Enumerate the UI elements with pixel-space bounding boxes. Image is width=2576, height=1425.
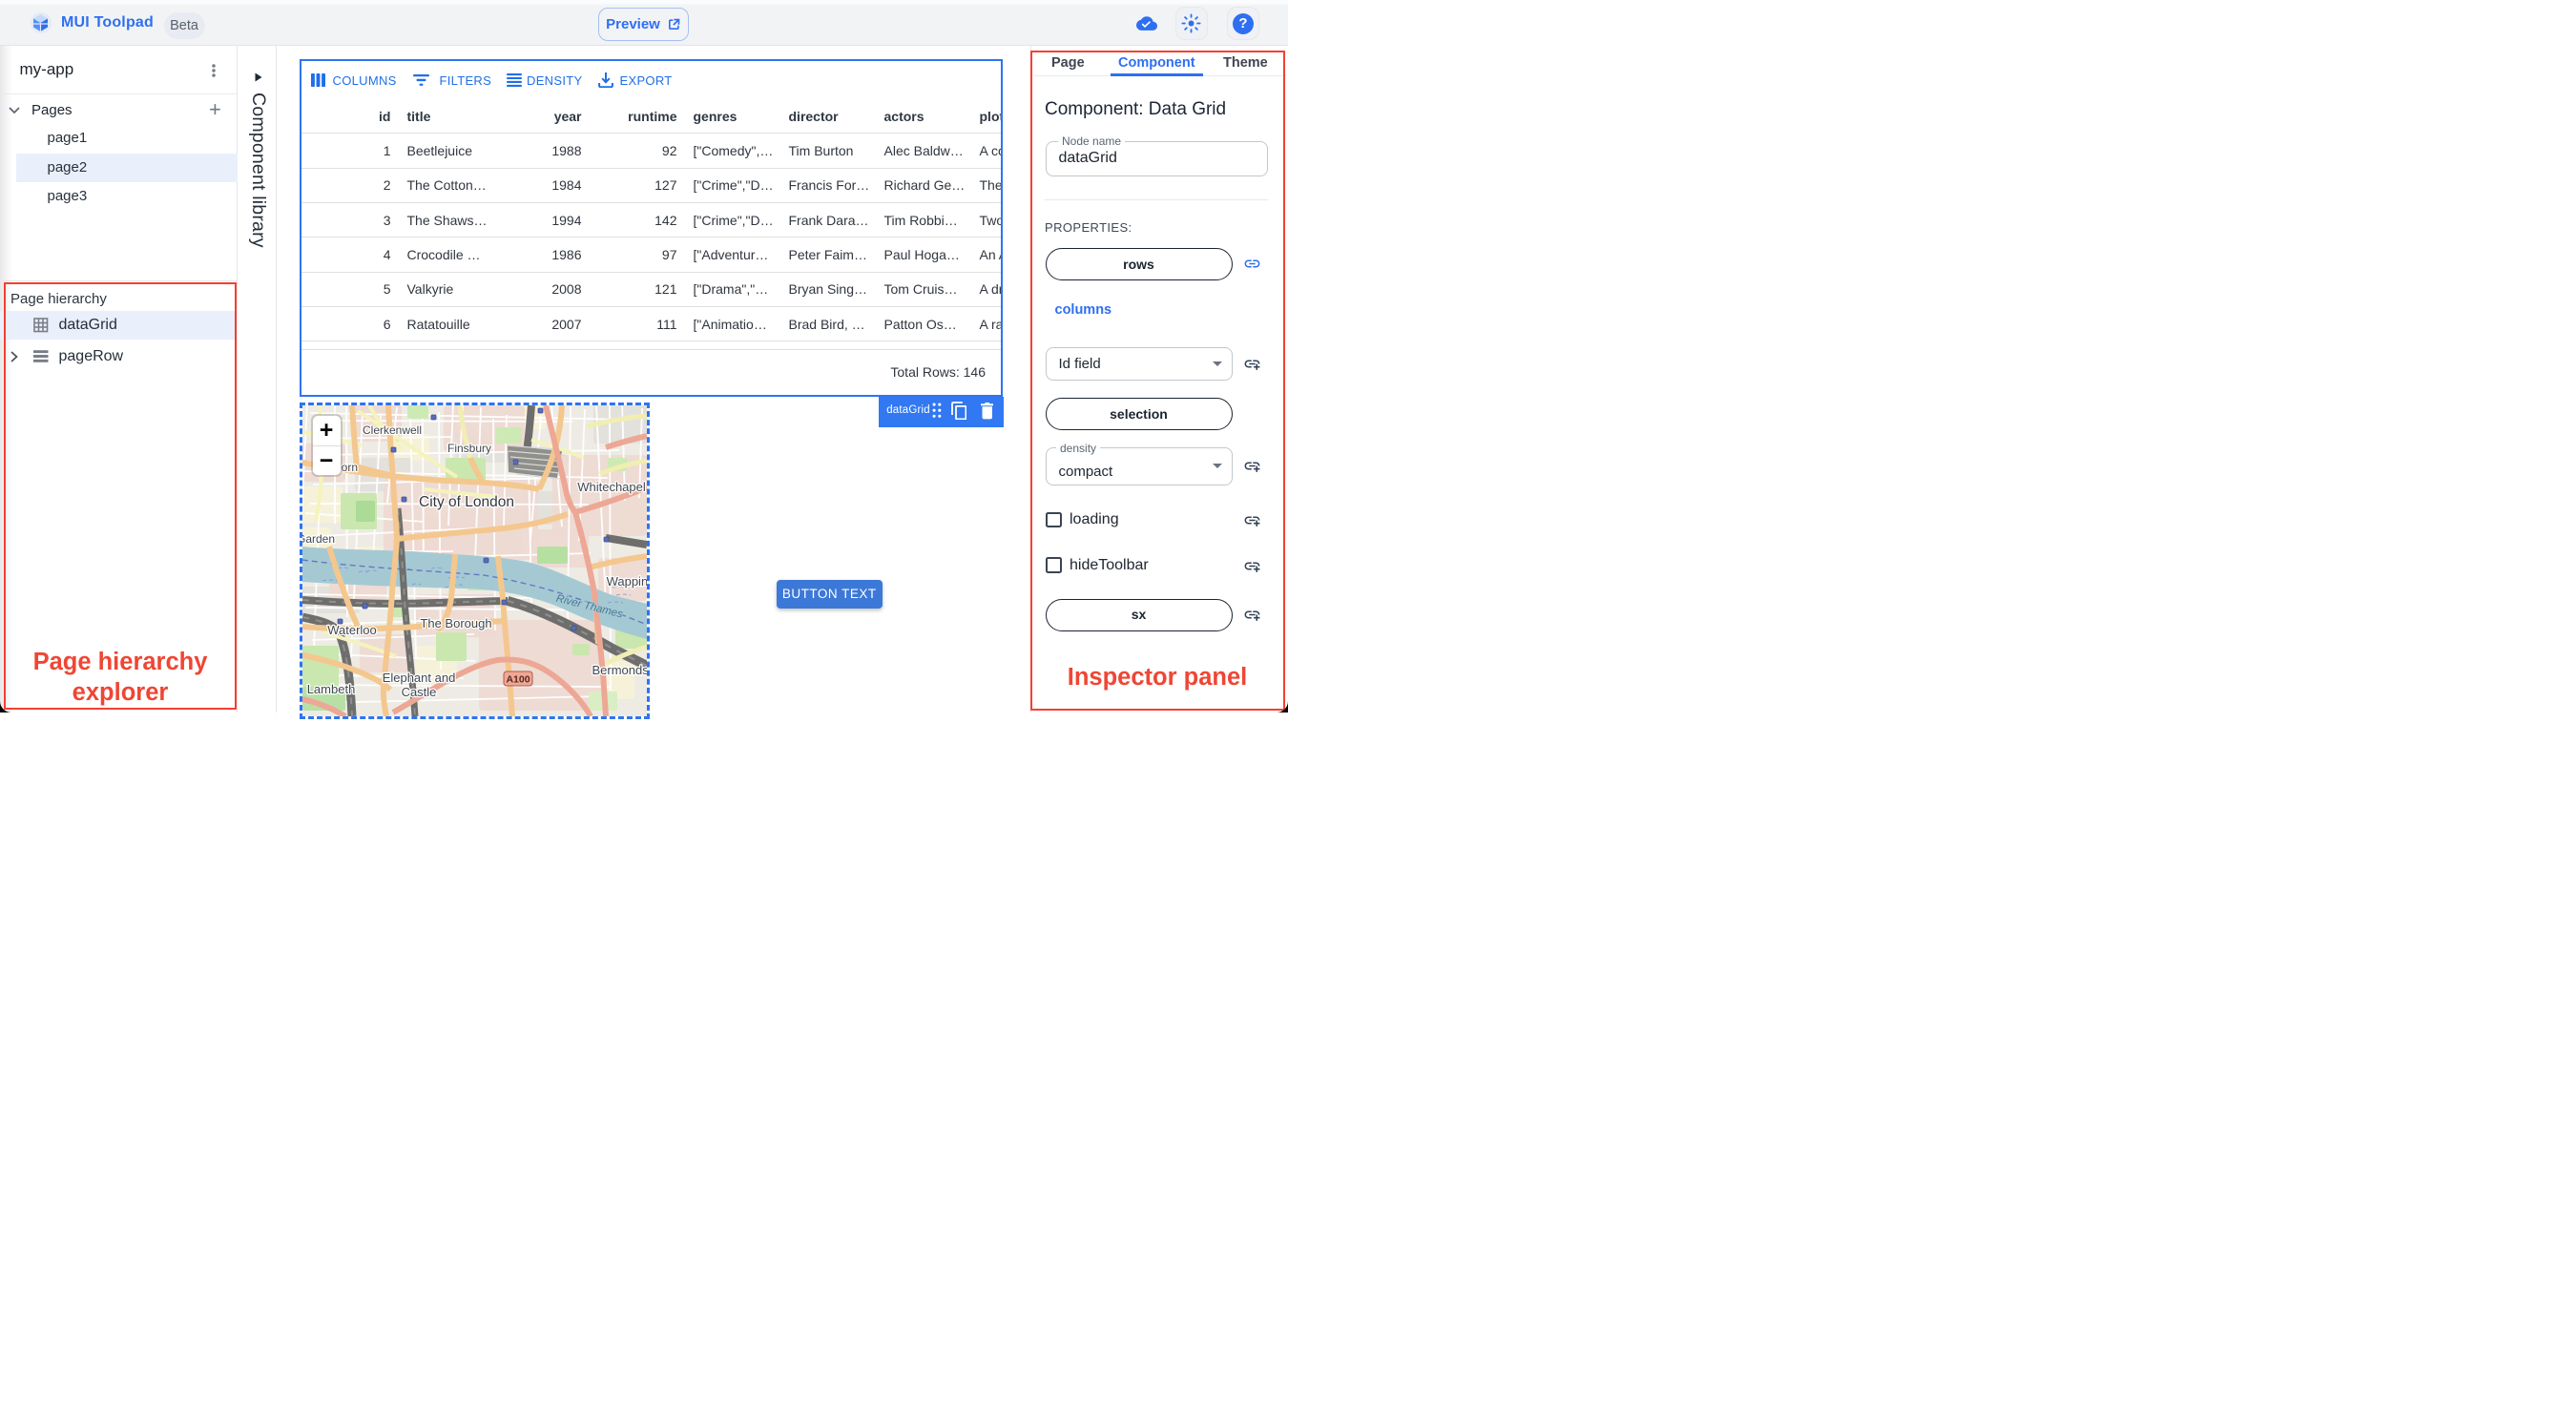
svg-text:Whitechapel: Whitechapel bbox=[577, 480, 646, 494]
svg-text:Garden: Garden bbox=[302, 532, 335, 546]
svg-text:Lambeth: Lambeth bbox=[306, 682, 355, 696]
svg-text:City of London: City of London bbox=[419, 494, 514, 510]
svg-text:Bermondsey: Bermondsey bbox=[592, 663, 646, 677]
svg-text:Waterloo: Waterloo bbox=[327, 623, 377, 637]
svg-text:The Borough: The Borough bbox=[420, 616, 491, 630]
svg-text:Elephant and: Elephant and bbox=[382, 671, 455, 685]
svg-text:Wapping: Wapping bbox=[606, 574, 646, 589]
svg-text:Clerkenwell: Clerkenwell bbox=[362, 423, 421, 437]
svg-text:Finsbury: Finsbury bbox=[447, 442, 490, 455]
svg-text:Castle: Castle bbox=[401, 685, 436, 699]
svg-text:A100: A100 bbox=[506, 673, 530, 685]
